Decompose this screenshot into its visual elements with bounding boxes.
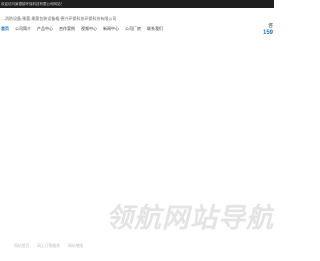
nav-item-videos[interactable]: 视频中心 (78, 24, 100, 34)
top-bar-text: 欢迎访问景德镇环保科技有限公司网站！ (1, 2, 64, 6)
nav-item-products[interactable]: 产品中心 (34, 24, 56, 34)
nav-item-contact[interactable]: 联系我们 (144, 24, 166, 34)
nav-item-news[interactable]: 新闻中心 (100, 24, 122, 34)
watermark-logo: 领航网站导航 (106, 203, 274, 234)
phone-label: 咨 (267, 23, 273, 29)
nav-item-cases[interactable]: 合作案例 (56, 24, 78, 34)
footer-links: 网站首页 网上订购服务 网站地图 (14, 244, 83, 249)
footer-link-home[interactable]: 网站首页 (14, 244, 29, 249)
phone-number: 159 (262, 30, 273, 36)
footer-link-sitemap[interactable]: 网站地图 (68, 244, 83, 249)
header-tagline: …消防设备,果蔬,果蔬包装设备格,德兴环保科技环保科技有限公司 (1, 16, 117, 21)
main-nav: 首页 公司简介 产品中心 合作案例 视频中心 新闻中心 公司厂房 联系我们 (0, 24, 166, 34)
nav-item-factory[interactable]: 公司厂房 (122, 24, 144, 34)
page: 欢迎访问景德镇环保科技有限公司网站！ …消防设备,果蔬,果蔬包装设备格,德兴环保… (0, 0, 274, 261)
nav-item-home[interactable]: 首页 (0, 24, 12, 34)
nav-item-about[interactable]: 公司简介 (12, 24, 34, 34)
footer-link-order[interactable]: 网上订购服务 (37, 244, 60, 249)
top-bar: 欢迎访问景德镇环保科技有限公司网站！ (0, 0, 274, 8)
